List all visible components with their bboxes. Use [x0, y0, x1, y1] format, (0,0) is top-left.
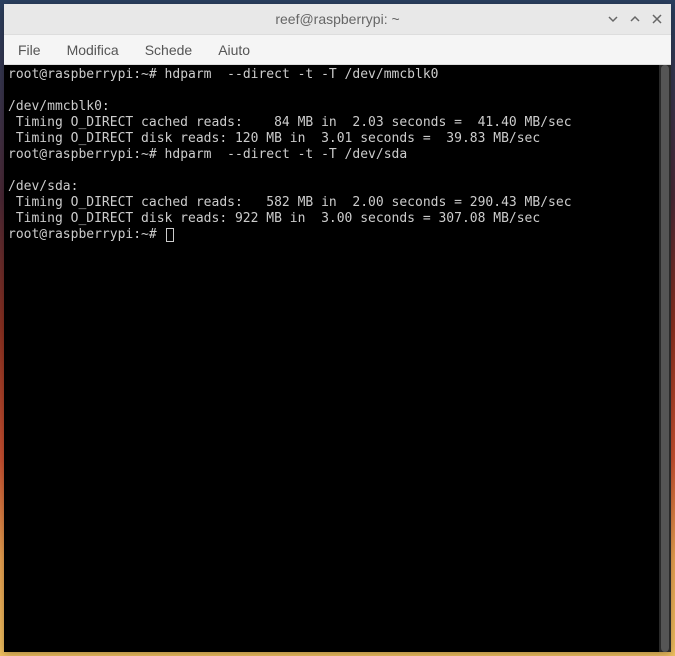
terminal-line: Timing O_DIRECT disk reads: 120 MB in 3.… [8, 131, 667, 147]
window-title: reef@raspberrypi: ~ [275, 11, 399, 27]
command-text: hdparm --direct -t -T /dev/mmcblk0 [165, 67, 439, 82]
terminal-line: /dev/sda: [8, 179, 667, 195]
menu-modifica[interactable]: Modifica [63, 38, 123, 62]
maximize-button[interactable] [627, 11, 643, 27]
close-button[interactable] [649, 11, 665, 27]
titlebar: reef@raspberrypi: ~ [4, 4, 671, 35]
shell-prompt: root@raspberrypi:~# [8, 67, 165, 82]
close-icon [651, 13, 663, 25]
terminal-line: Timing O_DIRECT disk reads: 922 MB in 3.… [8, 211, 667, 227]
terminal-window: reef@raspberrypi: ~ File Modifica Schede… [4, 4, 671, 652]
minimize-button[interactable] [605, 11, 621, 27]
cursor [166, 228, 174, 242]
menubar: File Modifica Schede Aiuto [4, 35, 671, 65]
terminal-line [8, 83, 667, 99]
scrollbar[interactable] [659, 65, 671, 652]
command-text: hdparm --direct -t -T /dev/sda [165, 147, 408, 162]
terminal-line: root@raspberrypi:~# hdparm --direct -t -… [8, 67, 667, 83]
scrollbar-thumb[interactable] [661, 65, 669, 652]
terminal-container: root@raspberrypi:~# hdparm --direct -t -… [4, 65, 671, 652]
terminal-line: root@raspberrypi:~# [8, 227, 667, 243]
shell-prompt: root@raspberrypi:~# [8, 147, 165, 162]
menu-aiuto[interactable]: Aiuto [214, 38, 254, 62]
terminal-line: /dev/mmcblk0: [8, 99, 667, 115]
minimize-icon [607, 13, 619, 25]
maximize-icon [629, 13, 641, 25]
terminal-line: Timing O_DIRECT cached reads: 582 MB in … [8, 195, 667, 211]
shell-prompt: root@raspberrypi:~# [8, 227, 165, 242]
window-controls [605, 11, 665, 27]
terminal-line: root@raspberrypi:~# hdparm --direct -t -… [8, 147, 667, 163]
menu-file[interactable]: File [14, 38, 45, 62]
terminal-line [8, 163, 667, 179]
menu-schede[interactable]: Schede [141, 38, 196, 62]
terminal-line: Timing O_DIRECT cached reads: 84 MB in 2… [8, 115, 667, 131]
terminal-output[interactable]: root@raspberrypi:~# hdparm --direct -t -… [4, 65, 671, 245]
